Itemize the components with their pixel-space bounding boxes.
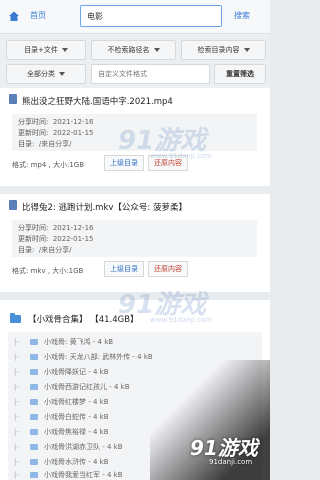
- folder-icon: [30, 471, 38, 478]
- chevron-down-icon: [153, 48, 160, 52]
- dir-path: /来自分享/: [38, 246, 72, 254]
- home-link[interactable]: 首页: [30, 10, 46, 21]
- dir-label: 目录:: [18, 246, 35, 254]
- up-dir-button[interactable]: 上级目录: [104, 155, 144, 171]
- folder-icon: [30, 398, 38, 405]
- restore-button[interactable]: 还原内容: [148, 155, 188, 171]
- update-time-label: 更新时间:: [18, 235, 49, 243]
- filter-panel: 目录+文件 不检索路径名 检索目录内容 全部分类 重置筛选: [0, 34, 270, 92]
- dir-label: 目录:: [18, 140, 35, 148]
- top-bar: 首页 搜索: [0, 0, 270, 34]
- tree-item[interactable]: |- 小戏骨白蛇传 - 4 kB: [8, 409, 262, 424]
- chevron-down-icon: [61, 48, 68, 52]
- file-icon: [9, 94, 17, 104]
- update-time: 2022-01-15: [52, 129, 94, 137]
- up-dir-button[interactable]: 上级目录: [104, 261, 144, 277]
- tree-item[interactable]: |- 小戏骨红楼梦 - 4 kB: [8, 394, 262, 409]
- share-time: 2021-12-16: [52, 118, 94, 126]
- tree-item[interactable]: |- 小戏骨: 黄飞鸿 - 4 kB: [8, 334, 262, 349]
- folder-icon: [30, 428, 38, 435]
- custom-format-input[interactable]: [91, 64, 210, 84]
- folder-title[interactable]: 【小戏骨合集】 【41.4GB】: [28, 313, 139, 325]
- folder-icon: [30, 338, 38, 345]
- folder-icon: [30, 353, 38, 360]
- tree-item[interactable]: |- 小戏骨: 天龙八部: 武林外传 - 4 kB: [8, 349, 262, 364]
- corner-watermark-logo: 91游戏: [190, 436, 258, 460]
- reset-filter-button[interactable]: 重置筛选: [214, 64, 266, 84]
- path-search-dropdown-label: 不检索路径名: [107, 46, 150, 54]
- tree-item[interactable]: |- 小戏骨我爱当红军 - 4 kB: [8, 469, 262, 480]
- result-meta: 分享时间: 2021-12-16 更新时间: 2022-01-15 目录: /来…: [12, 220, 257, 257]
- file-icon: [9, 200, 17, 210]
- scope-dropdown-label: 目录+文件: [24, 46, 58, 54]
- category-dropdown[interactable]: 全部分类: [6, 64, 86, 84]
- format-size: 格式: mp4 , 大小:1GB: [12, 161, 85, 169]
- result-title[interactable]: 比得兔2: 逃跑计划.mkv【公众号: 菠萝柔】: [22, 201, 187, 213]
- update-time: 2022-01-15: [52, 235, 94, 243]
- chevron-down-icon: [243, 48, 250, 52]
- update-time-label: 更新时间:: [18, 129, 49, 137]
- result-title[interactable]: 熊出没之狂野大陆.国语中字.2021.mp4: [22, 95, 173, 107]
- restore-button[interactable]: 还原内容: [148, 261, 188, 277]
- corner-watermark-url: 91danji.com: [209, 458, 253, 466]
- share-time-label: 分享时间:: [18, 118, 49, 126]
- scope-dropdown[interactable]: 目录+文件: [6, 40, 86, 60]
- share-time: 2021-12-16: [52, 224, 94, 232]
- chevron-down-icon: [59, 72, 65, 76]
- tree-item[interactable]: |- 小戏骨降妖记 - 4 kB: [8, 364, 262, 379]
- result-meta: 分享时间: 2021-12-16 更新时间: 2022-01-15 目录: /来…: [12, 114, 257, 151]
- share-time-label: 分享时间:: [18, 224, 49, 232]
- folder-icon: [30, 368, 38, 375]
- search-button[interactable]: 搜索: [234, 10, 250, 21]
- category-dropdown-label: 全部分类: [27, 70, 55, 78]
- home-icon[interactable]: [8, 10, 20, 22]
- format-size: 格式: mkv , 大小:1GB: [12, 267, 84, 275]
- folder-icon: [30, 413, 38, 420]
- content-search-dropdown-label: 检索目录内容: [197, 46, 240, 54]
- search-input[interactable]: [80, 5, 222, 27]
- folder-icon: [10, 313, 21, 323]
- path-search-dropdown[interactable]: 不检索路径名: [91, 40, 176, 60]
- folder-icon: [30, 443, 38, 450]
- result-card: 熊出没之狂野大陆.国语中字.2021.mp4 分享时间: 2021-12-16 …: [0, 88, 270, 186]
- dir-path: /来自分享/: [38, 140, 72, 148]
- folder-icon: [30, 383, 38, 390]
- folder-icon: [30, 458, 38, 465]
- content-search-dropdown[interactable]: 检索目录内容: [181, 40, 266, 60]
- result-card: 比得兔2: 逃跑计划.mkv【公众号: 菠萝柔】 分享时间: 2021-12-1…: [0, 194, 270, 292]
- tree-item[interactable]: |- 小戏骨西游记红孩儿 - 4 kB: [8, 379, 262, 394]
